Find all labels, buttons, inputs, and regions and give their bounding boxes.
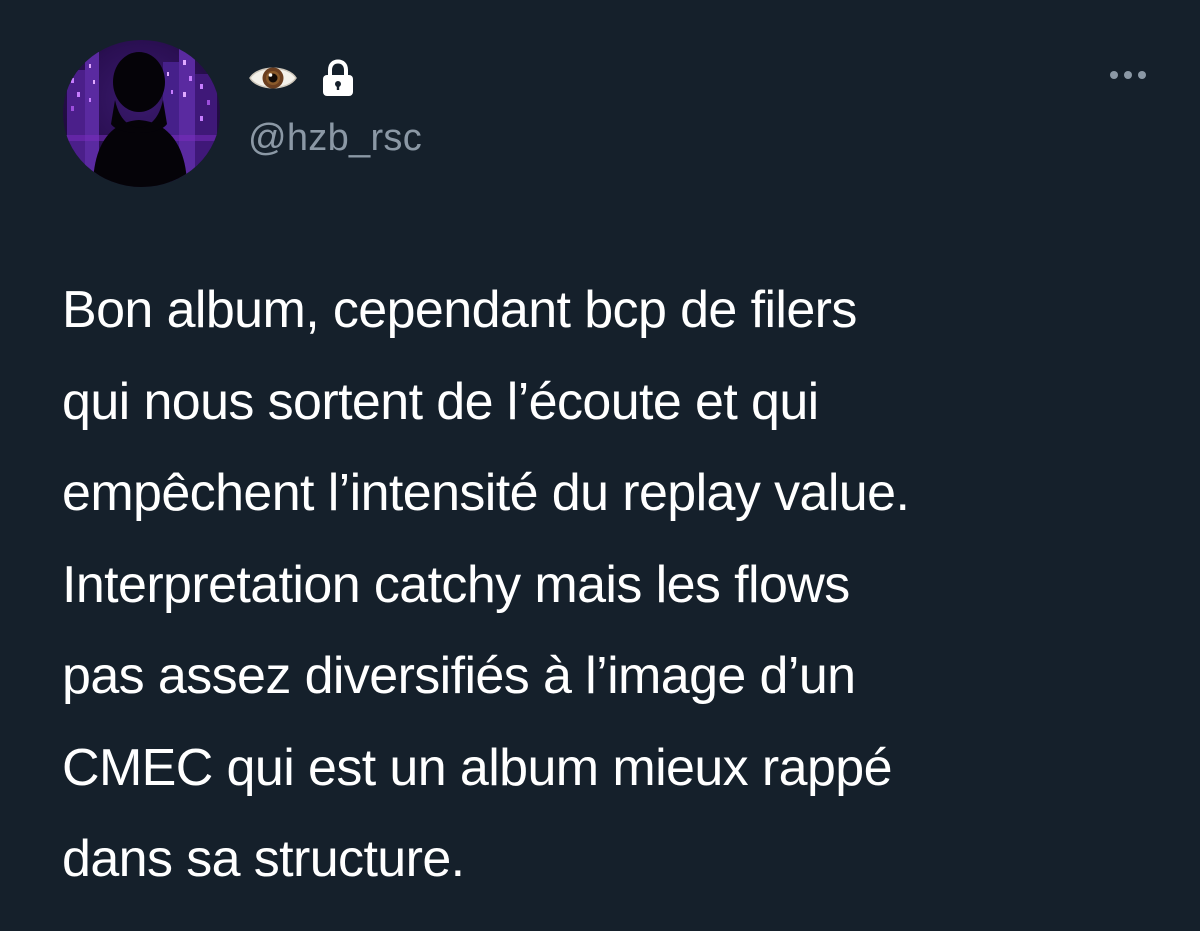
tweet-text-line: pas assez diversifiés à l’image d’un: [62, 647, 856, 705]
more-horizontal-icon: [1110, 71, 1146, 79]
tweet-text: Bon album, cependant bcp de filers qui n…: [62, 265, 1172, 906]
tweet-text-line: empêchent l’intensité du replay value.: [62, 464, 910, 522]
tweet-text-line: Bon album, cependant bcp de filers: [62, 281, 857, 339]
more-options-button[interactable]: [1100, 58, 1156, 92]
lock-icon: [320, 59, 356, 97]
tweet-text-line: dans sa structure.: [62, 830, 465, 888]
display-name[interactable]: [248, 56, 356, 100]
eye-icon: [248, 61, 298, 95]
tweet-card: @hzb_rsc Bon album, cependant bcp de fil…: [0, 0, 1200, 931]
tweet-text-line: Interpretation catchy mais les flows: [62, 555, 850, 614]
avatar-image: [63, 40, 220, 187]
tweet-text-line: CMEC qui est un album mieux rappé: [62, 738, 893, 797]
tweet-text-line: qui nous sortent de l’écoute et qui: [62, 372, 819, 431]
avatar[interactable]: [63, 40, 220, 187]
author-handle[interactable]: @hzb_rsc: [248, 116, 422, 160]
